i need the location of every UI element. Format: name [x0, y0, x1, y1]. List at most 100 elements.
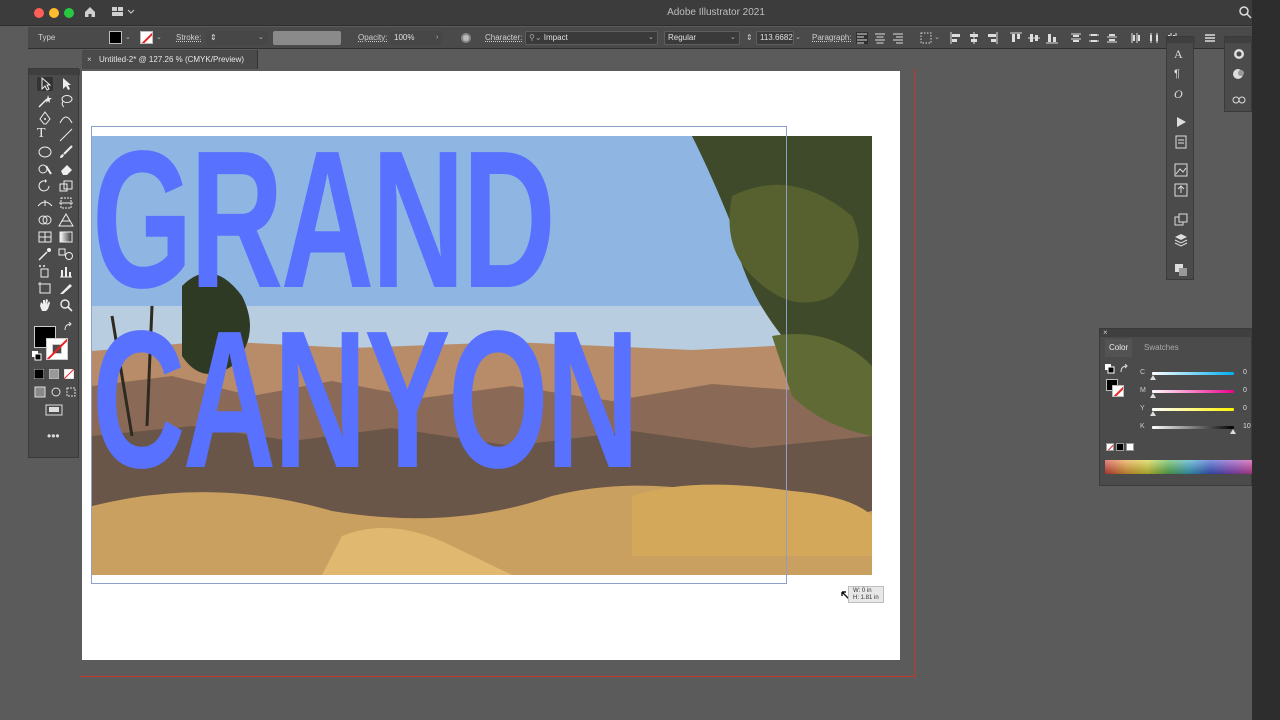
panel-grip[interactable] — [29, 69, 80, 75]
screen-mode-icon[interactable] — [45, 404, 63, 416]
slider-y[interactable] — [1152, 408, 1234, 411]
slider-value-c[interactable]: 0 — [1243, 369, 1247, 376]
layers-panel-icon[interactable] — [1174, 233, 1188, 247]
magic-wand-tool-icon[interactable] — [37, 94, 53, 108]
panel-header[interactable]: × — [1100, 328, 1253, 337]
eraser-tool-icon[interactable] — [58, 162, 74, 176]
shape-builder-tool-icon[interactable] — [37, 213, 53, 227]
align-vertical-center-icon[interactable] — [1028, 32, 1040, 44]
font-size-field[interactable]: 113.6682 — [756, 31, 794, 45]
align-left-edges-icon[interactable] — [950, 32, 962, 44]
stroke-color-box[interactable] — [46, 338, 68, 360]
none-mode-icon[interactable] — [64, 369, 74, 379]
document-info-panel-icon[interactable] — [1174, 135, 1188, 149]
slice-tool-icon[interactable] — [58, 281, 74, 295]
align-left-icon[interactable] — [856, 32, 868, 44]
width-tool-icon[interactable] — [37, 196, 53, 210]
paragraph-label[interactable]: Paragraph: — [812, 27, 852, 49]
shaper-tool-icon[interactable] — [37, 162, 53, 176]
symbol-sprayer-tool-icon[interactable] — [37, 264, 53, 278]
draw-normal-icon[interactable] — [34, 386, 46, 398]
search-icon[interactable] — [1238, 5, 1252, 19]
tab-color[interactable]: Color — [1105, 339, 1133, 357]
distribute-top-icon[interactable] — [1070, 32, 1082, 44]
selection-tool-icon[interactable] — [37, 77, 53, 91]
draw-inside-icon[interactable] — [65, 386, 77, 398]
gradient-mode-icon[interactable] — [49, 369, 59, 379]
stroke-color-box[interactable] — [1112, 385, 1124, 397]
pen-tool-icon[interactable] — [37, 111, 53, 125]
character-panel-icon[interactable]: A — [1174, 47, 1188, 61]
slider-c[interactable] — [1152, 372, 1234, 375]
chevron-down-icon[interactable]: ⌄ — [648, 27, 654, 49]
panel-grip[interactable] — [1167, 37, 1195, 43]
chevron-down-icon[interactable]: ⌄ — [258, 27, 264, 49]
stroke-swatch[interactable] — [140, 31, 153, 44]
line-tool-icon[interactable] — [58, 128, 74, 142]
draw-behind-icon[interactable] — [50, 386, 62, 398]
blend-tool-icon[interactable] — [58, 247, 74, 261]
chevron-right-icon[interactable]: › — [436, 27, 438, 49]
paragraph-panel-icon[interactable]: ¶ — [1174, 67, 1188, 81]
artboard-tool-icon[interactable] — [37, 281, 53, 295]
chevron-down-icon[interactable]: ⌄ — [795, 27, 801, 49]
ellipse-tool-icon[interactable] — [37, 145, 53, 159]
appearance-panel-icon[interactable] — [1232, 47, 1246, 61]
align-horizontal-center-icon[interactable] — [968, 32, 980, 44]
selection-bounding-box[interactable] — [91, 126, 787, 584]
close-panel-icon[interactable]: × — [1103, 328, 1108, 337]
artboards-panel-icon[interactable] — [1174, 213, 1188, 227]
chevron-down-icon[interactable]: ⌄ — [125, 27, 131, 49]
color-panel-icon[interactable] — [1232, 67, 1246, 81]
stroke-label[interactable]: Stroke: — [176, 27, 201, 49]
swap-fill-stroke-icon[interactable] — [63, 322, 73, 332]
lasso-tool-icon[interactable] — [58, 94, 74, 108]
chevron-down-icon[interactable]: ⌄ — [934, 27, 940, 49]
links-panel-icon[interactable] — [1232, 93, 1246, 107]
default-fill-stroke-icon[interactable] — [32, 351, 42, 361]
align-bottom-edges-icon[interactable] — [1046, 32, 1058, 44]
curvature-tool-icon[interactable] — [58, 111, 74, 125]
paintbrush-tool-icon[interactable] — [58, 145, 74, 159]
color-mode-icon[interactable] — [34, 369, 44, 379]
edit-toolbar-icon[interactable]: ••• — [47, 429, 60, 443]
hand-tool-icon[interactable] — [37, 298, 53, 312]
panel-menu-icon[interactable] — [1204, 32, 1216, 44]
align-right-icon[interactable] — [892, 32, 904, 44]
libraries-panel-icon[interactable] — [1174, 263, 1188, 277]
slider-thumb-k[interactable] — [1230, 429, 1236, 434]
slider-value-m[interactable]: 0 — [1243, 387, 1247, 394]
export-panel-icon[interactable] — [1174, 183, 1188, 197]
slider-m[interactable] — [1152, 390, 1234, 393]
slider-k[interactable] — [1152, 426, 1234, 429]
align-top-edges-icon[interactable] — [1010, 32, 1022, 44]
rotate-tool-icon[interactable] — [37, 179, 53, 193]
distribute-vertical-center-icon[interactable] — [1088, 32, 1100, 44]
opentype-panel-icon[interactable]: O — [1174, 87, 1188, 101]
free-transform-tool-icon[interactable] — [58, 196, 74, 210]
actions-panel-icon[interactable] — [1174, 115, 1188, 129]
color-spectrum[interactable] — [1105, 460, 1253, 474]
align-right-edges-icon[interactable] — [986, 32, 998, 44]
column-graph-tool-icon[interactable] — [58, 264, 74, 278]
font-family-field[interactable]: ⚲⌄ Impact — [525, 31, 658, 45]
type-tool-icon[interactable]: T — [37, 127, 53, 141]
slider-thumb-y[interactable] — [1150, 411, 1156, 416]
slider-thumb-m[interactable] — [1150, 393, 1156, 398]
slider-value-y[interactable]: 0 — [1243, 405, 1247, 412]
gradient-tool-icon[interactable] — [58, 230, 74, 244]
white-color-swatch[interactable] — [1126, 443, 1134, 451]
close-tab-icon[interactable]: × — [87, 50, 92, 69]
distribute-bottom-icon[interactable] — [1106, 32, 1118, 44]
fill-swatch[interactable] — [109, 31, 122, 44]
eyedropper-tool-icon[interactable] — [37, 247, 53, 261]
opacity-field[interactable]: 100% — [390, 31, 442, 45]
scale-tool-icon[interactable] — [58, 179, 74, 193]
chevron-down-icon[interactable]: ⌄ — [730, 27, 736, 49]
zoom-tool-icon[interactable] — [58, 298, 74, 312]
none-color-swatch[interactable] — [1106, 443, 1114, 451]
character-label[interactable]: Character: — [485, 27, 522, 49]
distribute-left-icon[interactable] — [1130, 32, 1142, 44]
align-center-icon[interactable] — [874, 32, 886, 44]
chevron-down-icon[interactable]: ⌄ — [156, 27, 162, 49]
